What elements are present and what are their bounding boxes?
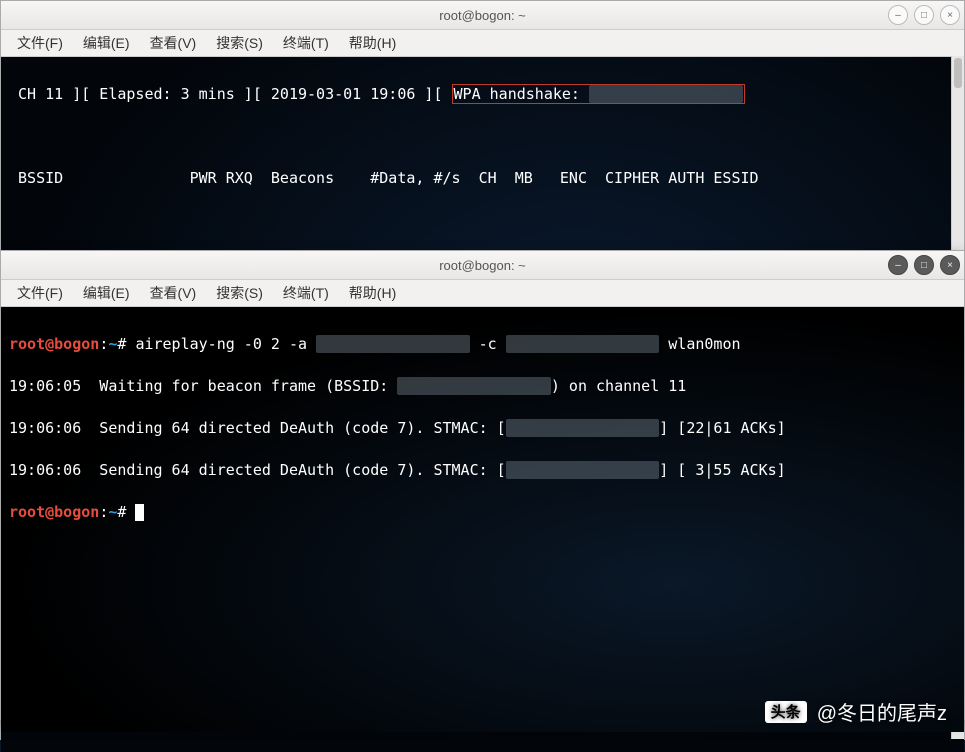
menu-file[interactable]: 文件(F) [7,281,73,305]
terminal-output[interactable]: root@bogon:~# aireplay-ng -0 2 -a XX:XX:… [1,307,964,732]
menu-view[interactable]: 查看(V) [140,31,207,55]
menu-search[interactable]: 搜索(S) [206,31,273,55]
terminal-window-aireplay: root@bogon: ~ – □ × 文件(F) 编辑(E) 查看(V) 搜索… [0,250,965,720]
maximize-button[interactable]: □ [914,5,934,25]
output-line: 19:06:06 Sending 64 directed DeAuth (cod… [9,460,956,481]
mac-redacted: XX:XX:XX:XX:XX:XX [506,419,660,437]
window-title: root@bogon: ~ [1,8,964,23]
close-button[interactable]: × [940,5,960,25]
minimize-button[interactable]: – [888,255,908,275]
menu-file[interactable]: 文件(F) [7,31,73,55]
ap-table-header: BSSID PWR RXQ Beacons #Data, #/s CH MB E… [9,168,956,189]
prompt-host: root@bogon [9,335,99,353]
maximize-button[interactable]: □ [914,255,934,275]
status-line: CH 11 ][ Elapsed: 3 mins ][ 2019-03-01 1… [9,84,956,105]
titlebar[interactable]: root@bogon: ~ – □ × [1,251,964,280]
watermark-icon: 头条 [765,701,807,723]
cursor-icon [135,504,144,521]
minimize-button[interactable]: – [888,5,908,25]
watermark-text: @冬日的尾声z [817,697,947,726]
handshake-mac-redacted: XX:XX:XX:XX:XX:XX [589,85,743,103]
titlebar[interactable]: root@bogon: ~ – □ × [1,1,964,30]
scrollbar-thumb[interactable] [954,58,962,88]
close-button[interactable]: × [940,255,960,275]
command-line: root@bogon:~# aireplay-ng -0 2 -a XX:XX:… [9,334,956,355]
prompt-line: root@bogon:~# [9,502,956,523]
target-bssid-redacted: XX:XX:XX:XX:XX:XX [316,335,470,353]
menubar: 文件(F) 编辑(E) 查看(V) 搜索(S) 终端(T) 帮助(H) [1,280,964,307]
window-title: root@bogon: ~ [1,258,964,273]
menu-edit[interactable]: 编辑(E) [73,281,140,305]
menu-terminal[interactable]: 终端(T) [273,281,339,305]
menu-view[interactable]: 查看(V) [140,281,207,305]
mac-redacted: XX:XX:XX:XX:XX:XX [506,461,660,479]
watermark: 头条 @冬日的尾声z [765,697,947,726]
client-mac-redacted: XX:XX:XX:XX:XX:XX [506,335,660,353]
handshake-highlight: WPA handshake: XX:XX:XX:XX:XX:XX [452,84,745,104]
menubar: 文件(F) 编辑(E) 查看(V) 搜索(S) 终端(T) 帮助(H) [1,30,964,57]
menu-help[interactable]: 帮助(H) [339,31,406,55]
mac-redacted: XX:XX:XX:XX:XX:XX [397,377,551,395]
menu-terminal[interactable]: 终端(T) [273,31,339,55]
menu-search[interactable]: 搜索(S) [206,281,273,305]
prompt-host: root@bogon [9,503,99,521]
menu-help[interactable]: 帮助(H) [339,281,406,305]
output-line: 19:06:05 Waiting for beacon frame (BSSID… [9,376,956,397]
output-line: 19:06:06 Sending 64 directed DeAuth (cod… [9,418,956,439]
menu-edit[interactable]: 编辑(E) [73,31,140,55]
